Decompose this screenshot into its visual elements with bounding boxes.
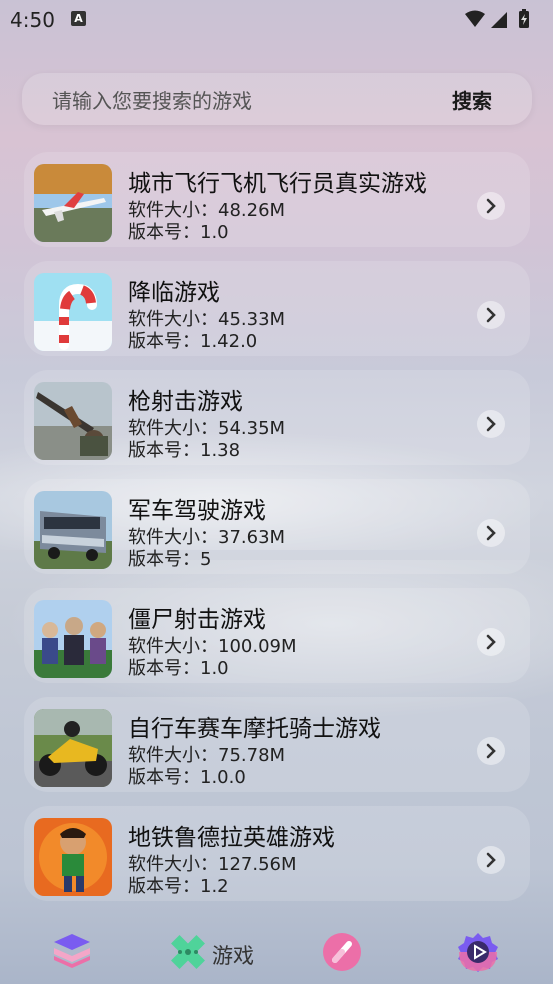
game-version: 版本号：5 — [128, 549, 212, 570]
nav-tab-games[interactable]: 游戏 — [166, 930, 266, 974]
chevron-right-icon[interactable] — [477, 410, 505, 438]
search-button[interactable]: 搜索 — [452, 85, 492, 114]
layers-icon — [54, 934, 90, 968]
gamepad-icon — [171, 935, 205, 969]
status-bar: 4:50 A — [0, 0, 553, 40]
subway-hero-game-icon — [34, 818, 112, 896]
status-time: 4:50 — [10, 8, 55, 32]
game-list: 城市飞行飞机飞行员真实游戏 软件大小：48.26M 版本号：1.0 降临游戏 软… — [24, 152, 530, 915]
wifi-icon — [465, 10, 485, 27]
signal-icon — [491, 12, 507, 28]
status-icons — [465, 9, 529, 28]
nav-tab-discover[interactable] — [320, 930, 364, 974]
play-gear-icon — [458, 933, 498, 972]
chevron-right-icon[interactable] — [477, 301, 505, 329]
airplane-game-icon — [34, 164, 112, 242]
game-version: 版本号：1.0 — [128, 222, 229, 243]
chevron-right-icon[interactable] — [477, 846, 505, 874]
game-version: 版本号：1.2 — [128, 876, 229, 897]
search-input[interactable]: 请输入您要搜索的游戏 — [52, 85, 252, 114]
nav-tab-profile[interactable] — [456, 930, 500, 974]
game-version: 版本号：1.42.0 — [128, 331, 258, 352]
game-name: 军车驾驶游戏 — [128, 498, 266, 524]
nav-tab-home[interactable] — [50, 930, 94, 974]
game-list-item[interactable]: 城市飞行飞机飞行员真实游戏 软件大小：48.26M 版本号：1.0 — [24, 152, 530, 247]
zombie-game-icon — [34, 600, 112, 678]
chevron-right-icon[interactable] — [477, 519, 505, 547]
motorbike-game-icon — [34, 709, 112, 787]
candy-cane-game-icon — [34, 273, 112, 351]
game-name: 僵尸射击游戏 — [128, 607, 266, 633]
game-list-item[interactable]: 军车驾驶游戏 软件大小：37.63M 版本号：5 — [24, 479, 530, 574]
search-bar: 请输入您要搜索的游戏 搜索 — [22, 73, 532, 125]
game-version: 版本号：1.0.0 — [128, 767, 246, 788]
game-version: 版本号：1.0 — [128, 658, 229, 679]
game-name: 自行车赛车摩托骑士游戏 — [128, 716, 381, 742]
game-list-item[interactable]: 降临游戏 软件大小：45.33M 版本号：1.42.0 — [24, 261, 530, 356]
game-name: 地铁鲁德拉英雄游戏 — [128, 825, 335, 851]
game-name: 枪射击游戏 — [128, 389, 243, 415]
game-list-item[interactable]: 僵尸射击游戏 软件大小：100.09M 版本号：1.0 — [24, 588, 530, 683]
army-bus-game-icon — [34, 491, 112, 569]
game-version: 版本号：1.38 — [128, 440, 241, 461]
chevron-right-icon[interactable] — [477, 192, 505, 220]
pill-icon — [323, 933, 361, 971]
chevron-right-icon[interactable] — [477, 628, 505, 656]
game-name: 城市飞行飞机飞行员真实游戏 — [128, 171, 427, 197]
game-list-item[interactable]: 枪射击游戏 软件大小：54.35M 版本号：1.38 — [24, 370, 530, 465]
gun-game-icon — [34, 382, 112, 460]
bottom-nav: 游戏 — [0, 920, 553, 984]
notification-a-icon: A — [71, 11, 86, 26]
game-list-item[interactable]: 自行车赛车摩托骑士游戏 软件大小：75.78M 版本号：1.0.0 — [24, 697, 530, 792]
nav-tab-games-label: 游戏 — [212, 944, 254, 968]
chevron-right-icon[interactable] — [477, 737, 505, 765]
game-list-item[interactable]: 地铁鲁德拉英雄游戏 软件大小：127.56M 版本号：1.2 — [24, 806, 530, 901]
game-name: 降临游戏 — [128, 280, 220, 306]
